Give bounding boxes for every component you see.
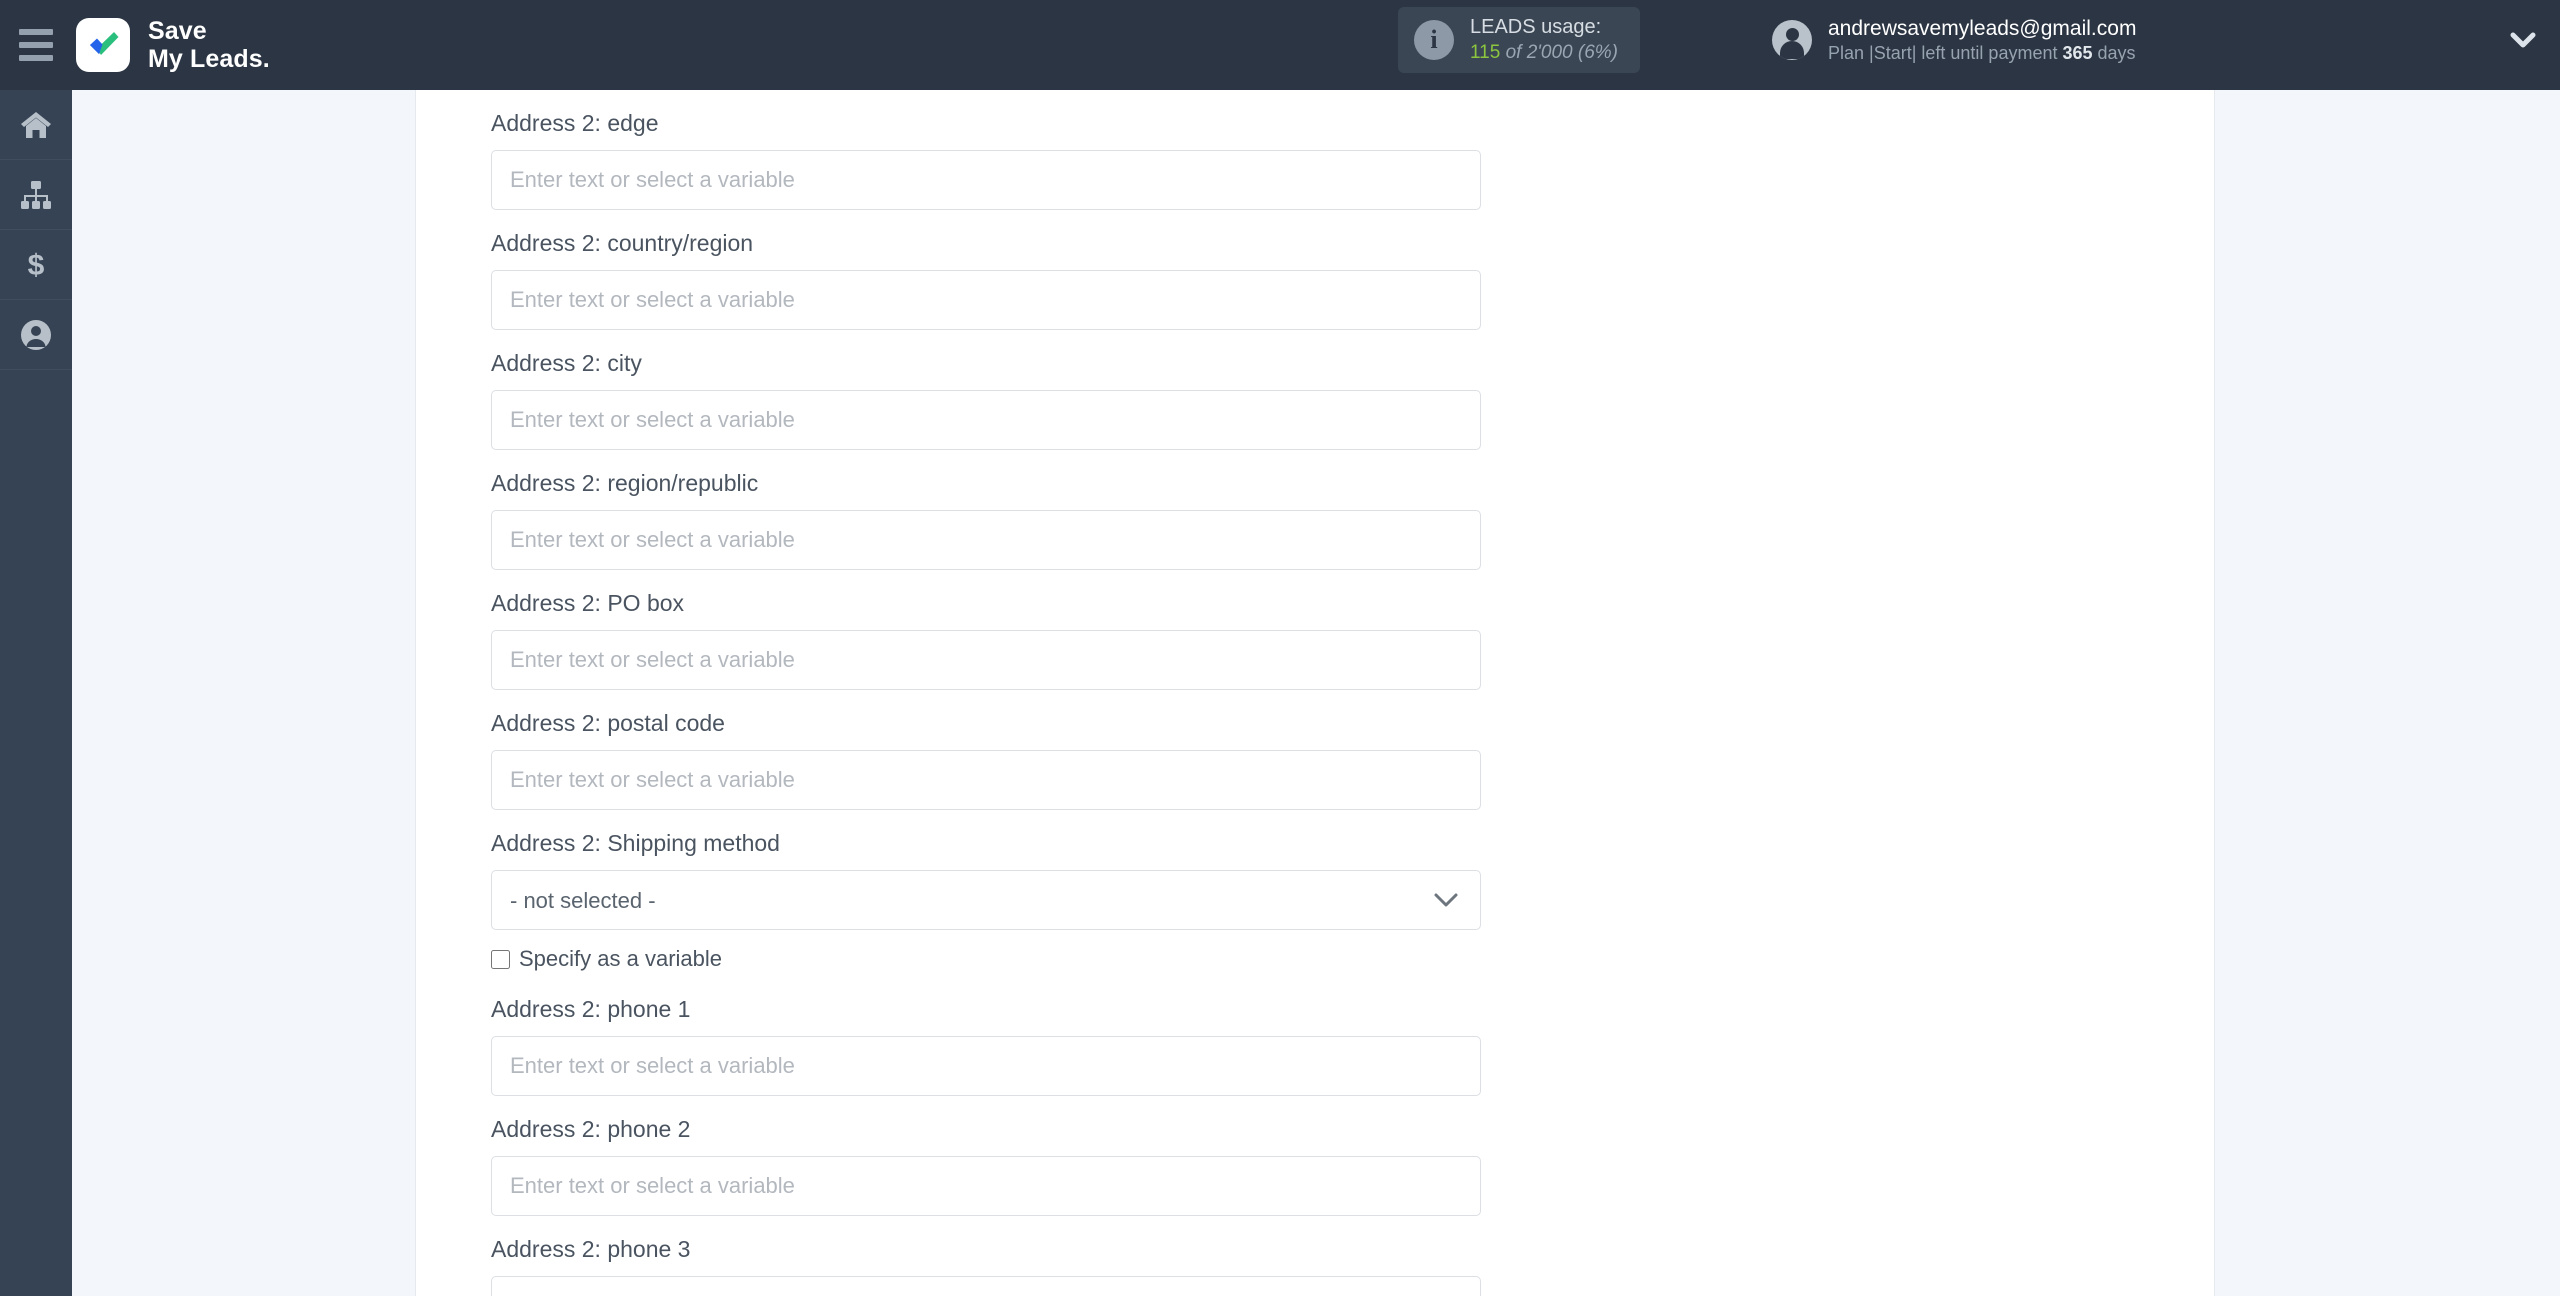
specify-as-variable-label[interactable]: Specify as a variable bbox=[519, 946, 722, 972]
sidebar-item-connections[interactable] bbox=[0, 160, 72, 230]
form-field: Address 2: Shipping method - not selected… bbox=[491, 810, 2214, 972]
checkmark-icon bbox=[76, 18, 130, 72]
top-header-bar: Save My Leads. i LEADS usage: 115 of 2'0… bbox=[0, 0, 2560, 90]
field-input[interactable] bbox=[491, 510, 1481, 570]
form-field: Address 2: city bbox=[491, 330, 2214, 450]
specify-as-variable-row[interactable]: Specify as a variable bbox=[491, 946, 2214, 972]
dollar-icon: $ bbox=[20, 249, 52, 281]
select-wrapper: - not selected - bbox=[491, 870, 1481, 930]
form-field: Address 2: phone 2 bbox=[491, 1096, 2214, 1216]
leads-usage-total: of 2'000 (6%) bbox=[1500, 41, 1618, 63]
left-sidebar: $ bbox=[0, 90, 72, 1296]
hamburger-bar bbox=[19, 42, 53, 48]
info-icon: i bbox=[1414, 20, 1454, 60]
sitemap-icon bbox=[20, 180, 52, 210]
mapping-form-panel: Address 2: edge Address 2: country/region… bbox=[415, 90, 2215, 1296]
form-field: Address 2: phone 1 bbox=[491, 976, 2214, 1096]
account-menu[interactable]: andrewsavemyleads@gmail.com Plan |Start|… bbox=[1758, 7, 2150, 73]
shipping-method-select[interactable]: - not selected - bbox=[491, 870, 1481, 930]
sidebar-item-billing[interactable]: $ bbox=[0, 230, 72, 300]
brand-name: Save My Leads. bbox=[148, 17, 270, 73]
specify-as-variable-checkbox[interactable] bbox=[491, 949, 510, 969]
sidebar-item-home[interactable] bbox=[0, 90, 72, 160]
user-circle-icon bbox=[20, 319, 52, 351]
field-label: Address 2: country/region bbox=[491, 230, 754, 256]
field-list: Address 2: edge Address 2: country/region… bbox=[416, 90, 2214, 1296]
hamburger-menu-icon[interactable] bbox=[0, 0, 72, 90]
form-field: Address 2: phone 3 bbox=[491, 1216, 2214, 1296]
field-input[interactable] bbox=[491, 150, 1481, 210]
form-field: Address 2: postal code bbox=[491, 690, 2214, 810]
field-label: Address 2: phone 3 bbox=[491, 1236, 691, 1262]
leads-usage-title: LEADS usage: bbox=[1470, 16, 1602, 39]
svg-text:$: $ bbox=[28, 249, 45, 281]
brand-logo-link[interactable]: Save My Leads. bbox=[76, 17, 270, 73]
form-field: Address 2: PO box bbox=[491, 570, 2214, 690]
form-field: Address 2: edge bbox=[491, 90, 2214, 210]
field-input[interactable] bbox=[491, 630, 1481, 690]
chevron-down-icon[interactable] bbox=[2508, 30, 2538, 50]
form-field: Address 2: country/region bbox=[491, 210, 2214, 330]
field-label: Address 2: phone 2 bbox=[491, 1116, 691, 1142]
field-label: Address 2: region/republic bbox=[491, 470, 759, 496]
field-input[interactable] bbox=[491, 750, 1481, 810]
field-label: Address 2: PO box bbox=[491, 590, 685, 616]
form-field: Address 2: region/republic bbox=[491, 450, 2214, 570]
field-input[interactable] bbox=[491, 1036, 1481, 1096]
field-label: Address 2: Shipping method bbox=[491, 830, 780, 856]
field-label: Address 2: postal code bbox=[491, 710, 725, 736]
field-input[interactable] bbox=[491, 1156, 1481, 1216]
field-label: Address 2: edge bbox=[491, 110, 659, 136]
account-plan-status: Plan |Start| left until payment 365 days bbox=[1828, 42, 2136, 63]
field-input[interactable] bbox=[491, 1276, 1481, 1296]
sidebar-item-account[interactable] bbox=[0, 300, 72, 370]
field-label: Address 2: phone 1 bbox=[491, 996, 691, 1022]
field-input[interactable] bbox=[491, 390, 1481, 450]
account-email: andrewsavemyleads@gmail.com bbox=[1828, 16, 2137, 40]
hamburger-bar bbox=[19, 29, 53, 35]
field-input[interactable] bbox=[491, 270, 1481, 330]
leads-usage-count: 115 bbox=[1470, 41, 1501, 63]
home-icon bbox=[20, 110, 52, 140]
field-label: Address 2: city bbox=[491, 350, 642, 376]
hamburger-bar bbox=[19, 55, 53, 61]
leads-usage-widget[interactable]: i LEADS usage: 115 of 2'000 (6%) bbox=[1398, 7, 1640, 73]
user-avatar-icon bbox=[1772, 20, 1812, 60]
